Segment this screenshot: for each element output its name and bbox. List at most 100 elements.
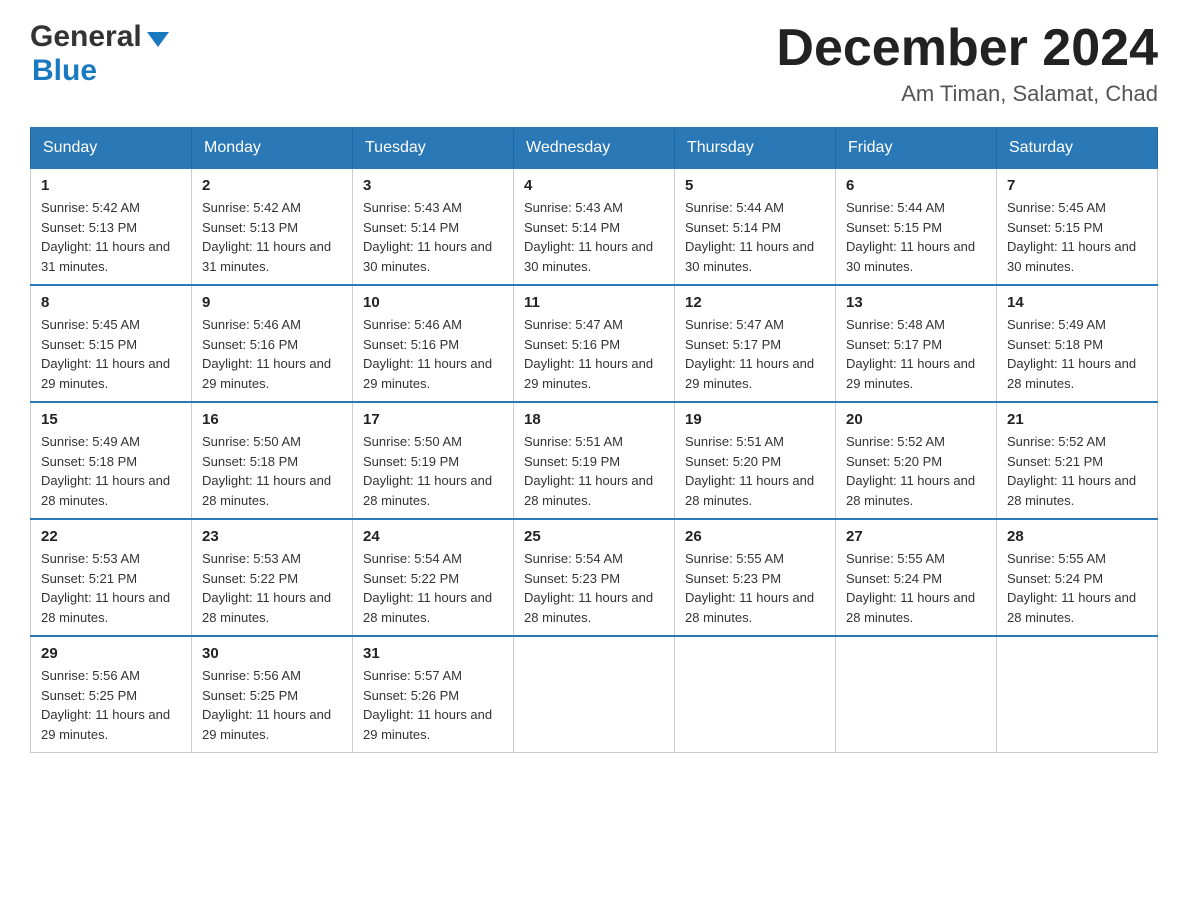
day-info: Sunrise: 5:44 AMSunset: 5:14 PMDaylight:… [685,198,825,276]
calendar-cell: 11 Sunrise: 5:47 AMSunset: 5:16 PMDayligh… [514,285,675,402]
day-number: 12 [685,294,825,311]
day-info: Sunrise: 5:53 AMSunset: 5:21 PMDaylight:… [41,549,181,627]
day-number: 14 [1007,294,1147,311]
day-info: Sunrise: 5:46 AMSunset: 5:16 PMDaylight:… [363,315,503,393]
day-info: Sunrise: 5:50 AMSunset: 5:18 PMDaylight:… [202,432,342,510]
logo-triangle-icon [147,32,169,47]
calendar-table: SundayMondayTuesdayWednesdayThursdayFrid… [30,127,1158,753]
day-info: Sunrise: 5:55 AMSunset: 5:24 PMDaylight:… [846,549,986,627]
day-number: 5 [685,177,825,194]
day-info: Sunrise: 5:56 AMSunset: 5:25 PMDaylight:… [41,666,181,744]
day-number: 16 [202,411,342,428]
month-year-title: December 2024 [776,20,1158,77]
calendar-cell: 22 Sunrise: 5:53 AMSunset: 5:21 PMDayligh… [31,519,192,636]
day-info: Sunrise: 5:49 AMSunset: 5:18 PMDaylight:… [1007,315,1147,393]
day-number: 3 [363,177,503,194]
calendar-week-row: 22 Sunrise: 5:53 AMSunset: 5:21 PMDayligh… [31,519,1158,636]
day-info: Sunrise: 5:47 AMSunset: 5:16 PMDaylight:… [524,315,664,393]
day-number: 31 [363,645,503,662]
page-header: General Blue December 2024 Am Timan, Sal… [30,20,1158,107]
logo-general-text: General [30,20,142,54]
calendar-cell: 26 Sunrise: 5:55 AMSunset: 5:23 PMDayligh… [675,519,836,636]
day-number: 28 [1007,528,1147,545]
day-info: Sunrise: 5:52 AMSunset: 5:20 PMDaylight:… [846,432,986,510]
day-number: 7 [1007,177,1147,194]
calendar-cell: 2Sunrise: 5:42 AMSunset: 5:13 PMDaylight… [192,168,353,285]
day-info: Sunrise: 5:51 AMSunset: 5:20 PMDaylight:… [685,432,825,510]
calendar-cell: 25Sunrise: 5:54 AMSunset: 5:23 PMDayligh… [514,519,675,636]
col-header-wednesday: Wednesday [514,128,675,168]
calendar-cell: 6 Sunrise: 5:44 AMSunset: 5:15 PMDaylight… [836,168,997,285]
day-info: Sunrise: 5:55 AMSunset: 5:23 PMDaylight:… [685,549,825,627]
day-number: 30 [202,645,342,662]
logo: General Blue [30,20,169,88]
calendar-week-row: 1 Sunrise: 5:42 AMSunset: 5:13 PMDaylight… [31,168,1158,285]
calendar-cell: 31 Sunrise: 5:57 AMSunset: 5:26 PMDayligh… [353,636,514,753]
day-info: Sunrise: 5:43 AMSunset: 5:14 PMDaylight:… [524,198,664,276]
day-number: 27 [846,528,986,545]
day-number: 8 [41,294,181,311]
calendar-cell: 18Sunrise: 5:51 AMSunset: 5:19 PMDayligh… [514,402,675,519]
day-info: Sunrise: 5:54 AMSunset: 5:22 PMDaylight:… [363,549,503,627]
day-number: 1 [41,177,181,194]
day-info: Sunrise: 5:57 AMSunset: 5:26 PMDaylight:… [363,666,503,744]
day-info: Sunrise: 5:44 AMSunset: 5:15 PMDaylight:… [846,198,986,276]
day-number: 26 [685,528,825,545]
calendar-week-row: 29Sunrise: 5:56 AMSunset: 5:25 PMDayligh… [31,636,1158,753]
day-number: 19 [685,411,825,428]
day-number: 15 [41,411,181,428]
day-number: 23 [202,528,342,545]
calendar-cell: 30Sunrise: 5:56 AMSunset: 5:25 PMDayligh… [192,636,353,753]
day-number: 24 [363,528,503,545]
day-info: Sunrise: 5:50 AMSunset: 5:19 PMDaylight:… [363,432,503,510]
day-info: Sunrise: 5:42 AMSunset: 5:13 PMDaylight:… [41,198,181,276]
calendar-cell: 29Sunrise: 5:56 AMSunset: 5:25 PMDayligh… [31,636,192,753]
calendar-cell: 1 Sunrise: 5:42 AMSunset: 5:13 PMDaylight… [31,168,192,285]
calendar-cell: 27 Sunrise: 5:55 AMSunset: 5:24 PMDayligh… [836,519,997,636]
calendar-cell: 12 Sunrise: 5:47 AMSunset: 5:17 PMDayligh… [675,285,836,402]
day-number: 21 [1007,411,1147,428]
calendar-cell [514,636,675,753]
col-header-tuesday: Tuesday [353,128,514,168]
day-info: Sunrise: 5:52 AMSunset: 5:21 PMDaylight:… [1007,432,1147,510]
day-info: Sunrise: 5:45 AMSunset: 5:15 PMDaylight:… [1007,198,1147,276]
day-number: 11 [524,294,664,311]
calendar-cell: 20Sunrise: 5:52 AMSunset: 5:20 PMDayligh… [836,402,997,519]
calendar-cell: 21 Sunrise: 5:52 AMSunset: 5:21 PMDayligh… [997,402,1158,519]
calendar-cell: 28 Sunrise: 5:55 AMSunset: 5:24 PMDayligh… [997,519,1158,636]
calendar-week-row: 8 Sunrise: 5:45 AMSunset: 5:15 PMDaylight… [31,285,1158,402]
day-info: Sunrise: 5:53 AMSunset: 5:22 PMDaylight:… [202,549,342,627]
calendar-cell: 16 Sunrise: 5:50 AMSunset: 5:18 PMDayligh… [192,402,353,519]
calendar-cell: 9Sunrise: 5:46 AMSunset: 5:16 PMDaylight… [192,285,353,402]
day-info: Sunrise: 5:45 AMSunset: 5:15 PMDaylight:… [41,315,181,393]
col-header-friday: Friday [836,128,997,168]
calendar-cell: 4 Sunrise: 5:43 AMSunset: 5:14 PMDaylight… [514,168,675,285]
day-info: Sunrise: 5:43 AMSunset: 5:14 PMDaylight:… [363,198,503,276]
day-info: Sunrise: 5:46 AMSunset: 5:16 PMDaylight:… [202,315,342,393]
calendar-cell: 23 Sunrise: 5:53 AMSunset: 5:22 PMDayligh… [192,519,353,636]
calendar-week-row: 15 Sunrise: 5:49 AMSunset: 5:18 PMDayligh… [31,402,1158,519]
calendar-cell [675,636,836,753]
day-number: 18 [524,411,664,428]
day-number: 10 [363,294,503,311]
day-info: Sunrise: 5:49 AMSunset: 5:18 PMDaylight:… [41,432,181,510]
col-header-thursday: Thursday [675,128,836,168]
day-number: 22 [41,528,181,545]
day-info: Sunrise: 5:55 AMSunset: 5:24 PMDaylight:… [1007,549,1147,627]
day-number: 25 [524,528,664,545]
calendar-cell: 3 Sunrise: 5:43 AMSunset: 5:14 PMDaylight… [353,168,514,285]
day-info: Sunrise: 5:42 AMSunset: 5:13 PMDaylight:… [202,198,342,276]
calendar-cell: 5 Sunrise: 5:44 AMSunset: 5:14 PMDaylight… [675,168,836,285]
calendar-cell: 8 Sunrise: 5:45 AMSunset: 5:15 PMDaylight… [31,285,192,402]
day-info: Sunrise: 5:47 AMSunset: 5:17 PMDaylight:… [685,315,825,393]
col-header-sunday: Sunday [31,128,192,168]
day-number: 4 [524,177,664,194]
day-number: 17 [363,411,503,428]
logo-blue-text: Blue [32,54,97,87]
calendar-cell: 17 Sunrise: 5:50 AMSunset: 5:19 PMDayligh… [353,402,514,519]
location-subtitle: Am Timan, Salamat, Chad [776,81,1158,107]
calendar-cell: 14 Sunrise: 5:49 AMSunset: 5:18 PMDayligh… [997,285,1158,402]
day-number: 6 [846,177,986,194]
title-section: December 2024 Am Timan, Salamat, Chad [776,20,1158,107]
day-info: Sunrise: 5:48 AMSunset: 5:17 PMDaylight:… [846,315,986,393]
